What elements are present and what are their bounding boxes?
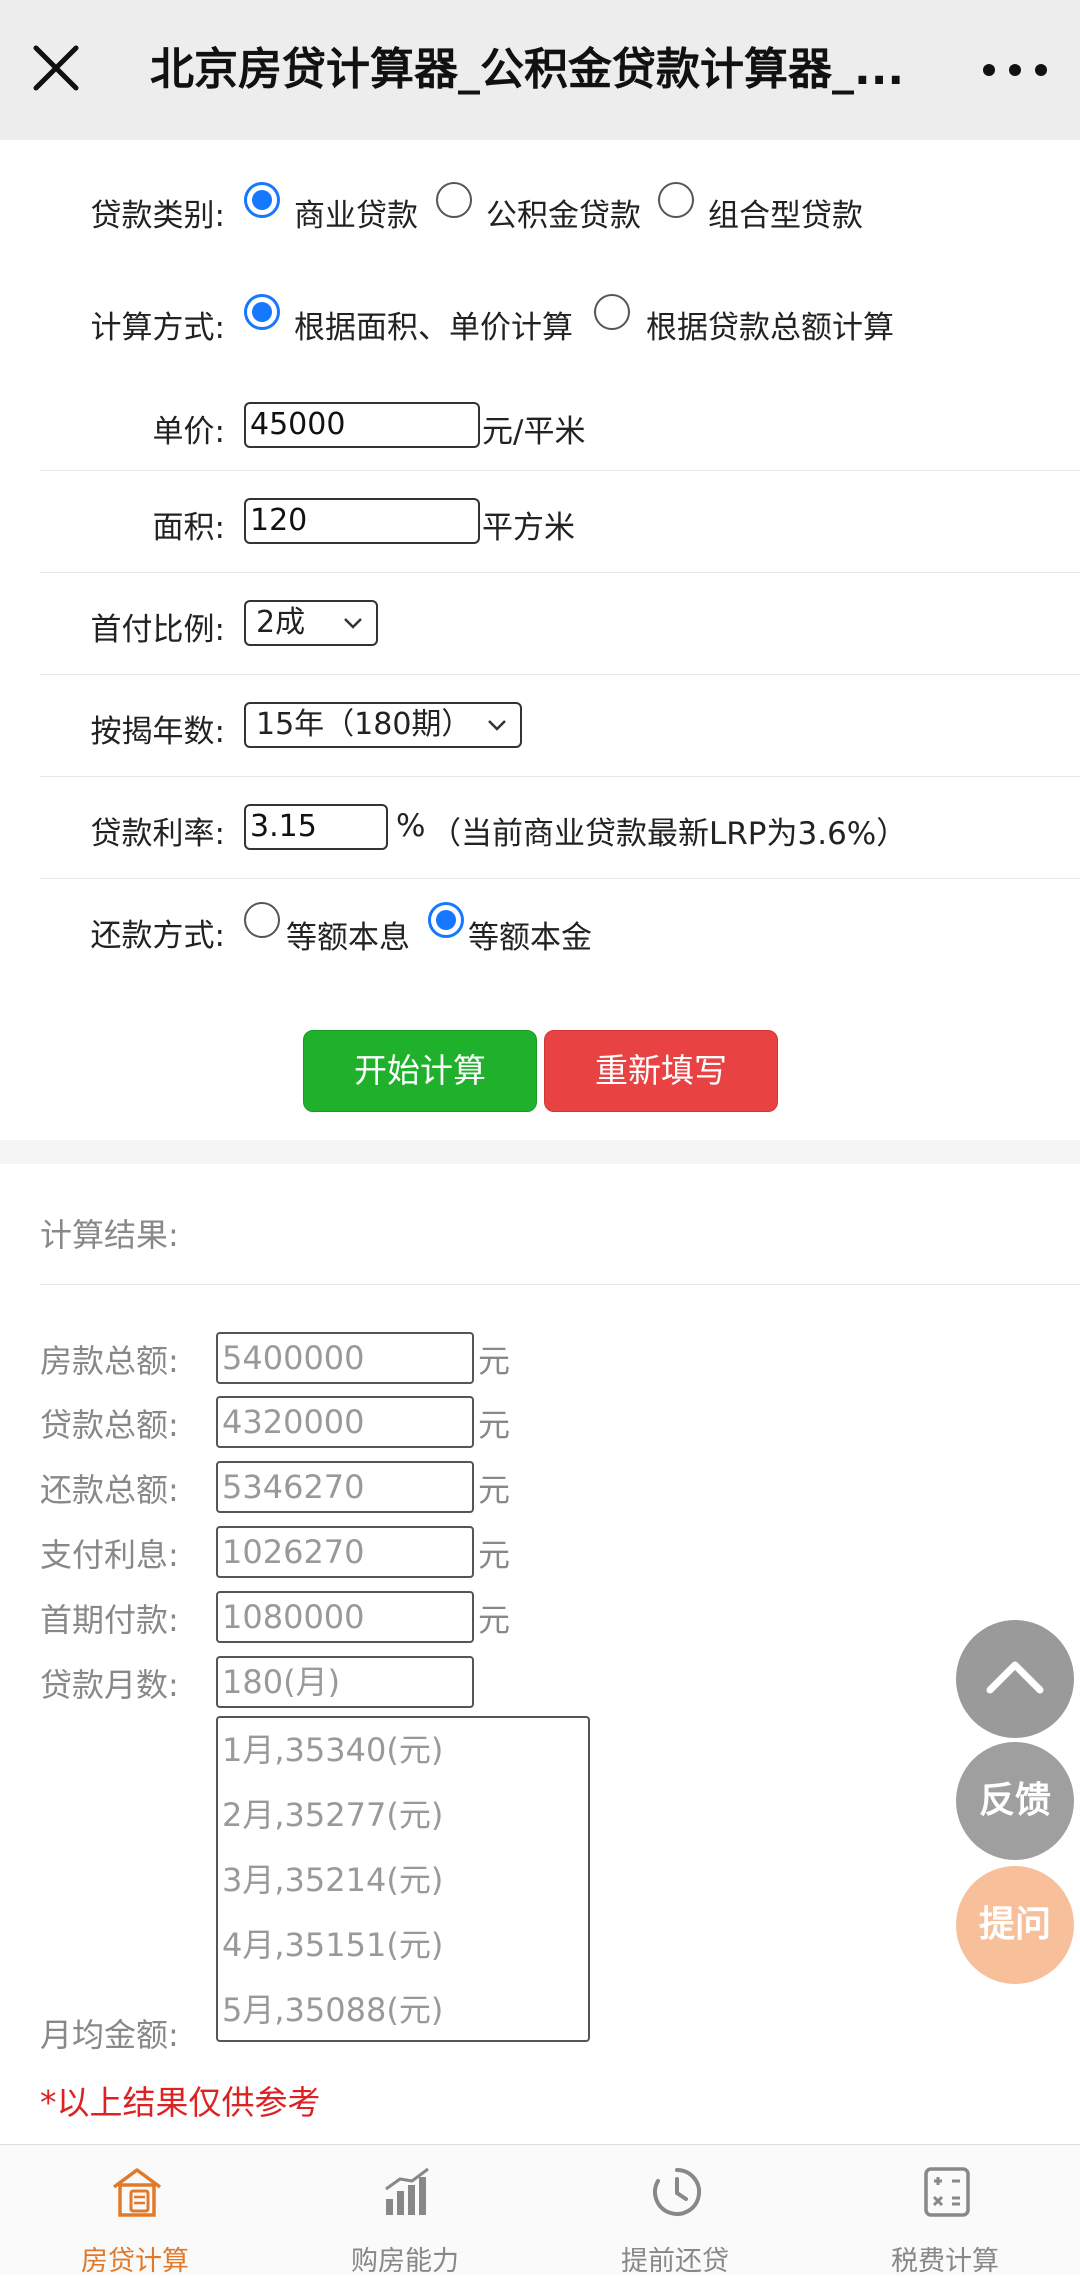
unit-price-unit: 元/平米 [482, 414, 586, 450]
radio-equal-installment[interactable] [244, 902, 280, 938]
option-equal-installment[interactable]: 等额本息 [286, 912, 410, 957]
result-label-first-payment: 首期付款: [40, 1601, 179, 1639]
tab-label: 购房能力 [351, 2246, 459, 2277]
feedback-button[interactable]: 反馈 [956, 1742, 1074, 1860]
down-payment-row: 首付比例: 2成 [40, 572, 1080, 675]
option-equal-principal[interactable]: 等额本金 [468, 912, 592, 957]
bottom-tab-bar: 房贷计算 购房能力 提前还贷 税费计算 [0, 2144, 1080, 2277]
chevron-down-icon [488, 720, 506, 731]
rate-row: 贷款利率: 3.15 % （当前商业贷款最新LRP为3.6%） [40, 776, 1080, 879]
result-first-payment-field[interactable]: 1080000 [216, 1591, 474, 1643]
monthly-line: 2月,35277(元) [222, 1796, 444, 1834]
more-options-icon[interactable] [975, 50, 1055, 90]
chevron-down-icon [344, 618, 362, 629]
results-section: 计算结果: 房款总额: 5400000 元 贷款总额: 4320000 元 还款… [0, 1164, 1080, 2144]
result-loan-months-field[interactable]: 180(月) [216, 1656, 474, 1708]
top-navigation-bar: 北京房贷计算器_公积金贷款计算器_... [0, 0, 1080, 140]
tab-label: 税费计算 [891, 2246, 999, 2277]
monthly-amount-textarea[interactable]: 1月,35340(元) 2月,35277(元) 3月,35214(元) 4月,3… [216, 1716, 590, 2042]
bar-chart-icon [385, 2167, 429, 2215]
reset-button[interactable]: 重新填写 [544, 1030, 778, 1112]
calculate-button[interactable]: 开始计算 [303, 1030, 537, 1112]
chevron-up-icon [986, 1661, 1044, 1694]
loan-form: 贷款类别: 商业贷款 公积金贷款 组合型贷款 计算方式: 根据面积、单价计算 根… [0, 140, 1080, 1140]
house-calc-icon [112, 2168, 162, 2217]
loan-type-row: 贷款类别: 商业贷款 公积金贷款 组合型贷款 [40, 168, 1080, 248]
result-interest-field[interactable]: 1026270 [216, 1526, 474, 1578]
years-label: 按揭年数: [90, 714, 225, 750]
ask-question-button[interactable]: 提问 [956, 1866, 1074, 1984]
monthly-amount-label: 月均金额: [40, 2016, 179, 2054]
result-loan-total-field[interactable]: 4320000 [216, 1396, 474, 1448]
result-label-loan-total: 贷款总额: [40, 1406, 179, 1444]
unit-price-label: 单价: [152, 414, 225, 450]
down-payment-label: 首付比例: [90, 612, 225, 648]
radio-provident-fund-loan[interactable] [436, 182, 472, 218]
close-icon[interactable] [28, 40, 84, 96]
area-label: 面积: [152, 510, 225, 546]
area-row: 面积: 120 平方米 [40, 470, 1080, 573]
tab-mortgage-calc[interactable]: 房贷计算 [0, 2145, 270, 2277]
rate-note: （当前商业贷款最新LRP为3.6%） [430, 816, 908, 852]
radio-by-loan-total[interactable] [594, 294, 630, 330]
result-label-total-price: 房款总额: [40, 1342, 179, 1380]
result-first-payment-unit: 元 [478, 1601, 511, 1639]
years-select[interactable]: 15年（180期） [244, 702, 522, 748]
result-repay-total-field[interactable]: 5346270 [216, 1461, 474, 1513]
area-input[interactable]: 120 [244, 498, 480, 544]
radio-equal-principal[interactable] [428, 902, 464, 938]
result-label-repay-total: 还款总额: [40, 1471, 179, 1509]
section-divider [0, 1140, 1080, 1164]
option-by-loan-total[interactable]: 根据贷款总额计算 [646, 302, 894, 347]
option-provident-fund-loan[interactable]: 公积金贷款 [486, 190, 641, 235]
down-payment-value: 2成 [256, 605, 306, 640]
rate-label: 贷款利率: [90, 816, 225, 852]
option-by-area-price[interactable]: 根据面积、单价计算 [294, 302, 573, 347]
scroll-to-top-button[interactable] [956, 1620, 1074, 1738]
tab-label: 房贷计算 [81, 2246, 189, 2277]
radio-combined-loan[interactable] [658, 182, 694, 218]
monthly-line: 5月,35088(元) [222, 1991, 444, 2029]
result-loan-total-unit: 元 [478, 1406, 511, 1444]
years-row: 按揭年数: 15年（180期） [40, 674, 1080, 777]
rate-unit: % [396, 808, 426, 844]
option-commercial-loan[interactable]: 商业贷款 [294, 190, 418, 235]
page-title: 北京房贷计算器_公积金贷款计算器_... [150, 44, 905, 95]
result-label-interest: 支付利息: [40, 1536, 179, 1574]
clock-icon [653, 2168, 702, 2216]
calculator-icon [924, 2167, 970, 2217]
result-repay-total-unit: 元 [478, 1471, 511, 1509]
tab-prepayment[interactable]: 提前还贷 [540, 2145, 810, 2277]
tab-purchase-ability[interactable]: 购房能力 [270, 2145, 540, 2277]
disclaimer-note: *以上结果仅供参考 [40, 2083, 321, 2122]
unit-price-input[interactable]: 45000 [244, 402, 480, 448]
repay-method-row: 还款方式: 等额本息 等额本金 [40, 878, 1080, 978]
loan-type-label: 贷款类别: [90, 198, 225, 234]
radio-commercial-loan[interactable] [244, 182, 280, 218]
calc-method-label: 计算方式: [90, 310, 225, 346]
result-total-price-unit: 元 [478, 1342, 511, 1380]
monthly-line: 4月,35151(元) [222, 1926, 444, 1964]
unit-price-row: 单价: 45000 元/平米 [40, 376, 1080, 471]
result-total-price-field[interactable]: 5400000 [216, 1332, 474, 1384]
radio-by-area-price[interactable] [244, 294, 280, 330]
tab-tax-calc[interactable]: 税费计算 [810, 2145, 1080, 2277]
rate-input[interactable]: 3.15 [244, 804, 388, 850]
area-unit: 平方米 [482, 510, 575, 546]
option-combined-loan[interactable]: 组合型贷款 [708, 190, 863, 235]
results-title: 计算结果: [40, 1216, 179, 1254]
years-value: 15年（180期） [256, 707, 472, 742]
calc-method-row: 计算方式: 根据面积、单价计算 根据贷款总额计算 [40, 276, 1080, 376]
tab-label: 提前还贷 [621, 2246, 729, 2277]
monthly-line: 3月,35214(元) [222, 1861, 444, 1899]
results-divider [40, 1284, 1080, 1285]
repay-method-label: 还款方式: [90, 918, 225, 954]
result-interest-unit: 元 [478, 1536, 511, 1574]
down-payment-select[interactable]: 2成 [244, 600, 378, 646]
monthly-line: 1月,35340(元) [222, 1731, 444, 1769]
result-label-loan-months: 贷款月数: [40, 1666, 179, 1704]
